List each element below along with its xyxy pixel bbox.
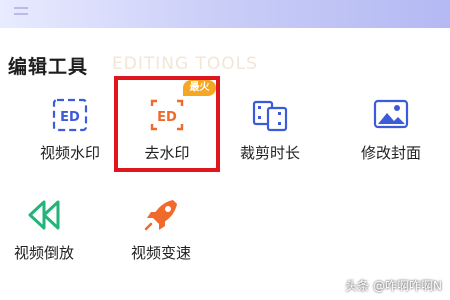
trim-duration-icon — [250, 96, 290, 134]
tool-trim-duration[interactable]: 裁剪时长 — [222, 96, 318, 172]
svg-text:ED: ED — [60, 110, 80, 125]
tool-video-watermark[interactable]: ED 视频水印 — [22, 96, 118, 172]
tool-label: 裁剪时长 — [239, 144, 300, 162]
tool-label: 视频倒放 — [13, 244, 74, 262]
speed-change-icon — [141, 196, 181, 234]
section-watermark: EDITING TOOLS — [112, 54, 258, 74]
video-watermark-icon: ED — [50, 96, 90, 134]
tool-label: 修改封面 — [360, 144, 421, 162]
reverse-play-icon — [24, 196, 64, 234]
menu-icon[interactable] — [14, 7, 28, 15]
tool-label: 视频水印 — [39, 144, 100, 162]
hot-badge: 最火 — [183, 80, 216, 96]
tool-label: 视频变速 — [130, 244, 191, 262]
footer-credit: 头条 @咋啊咋啊N — [345, 279, 442, 293]
top-bar — [0, 0, 450, 28]
tool-speed-change[interactable]: 视频变速 — [113, 196, 209, 272]
tool-reverse-play[interactable]: 视频倒放 — [0, 196, 92, 272]
tool-change-cover[interactable]: 修改封面 — [343, 96, 439, 172]
change-cover-icon — [371, 96, 411, 134]
section-title: 编辑工具 — [8, 56, 89, 78]
